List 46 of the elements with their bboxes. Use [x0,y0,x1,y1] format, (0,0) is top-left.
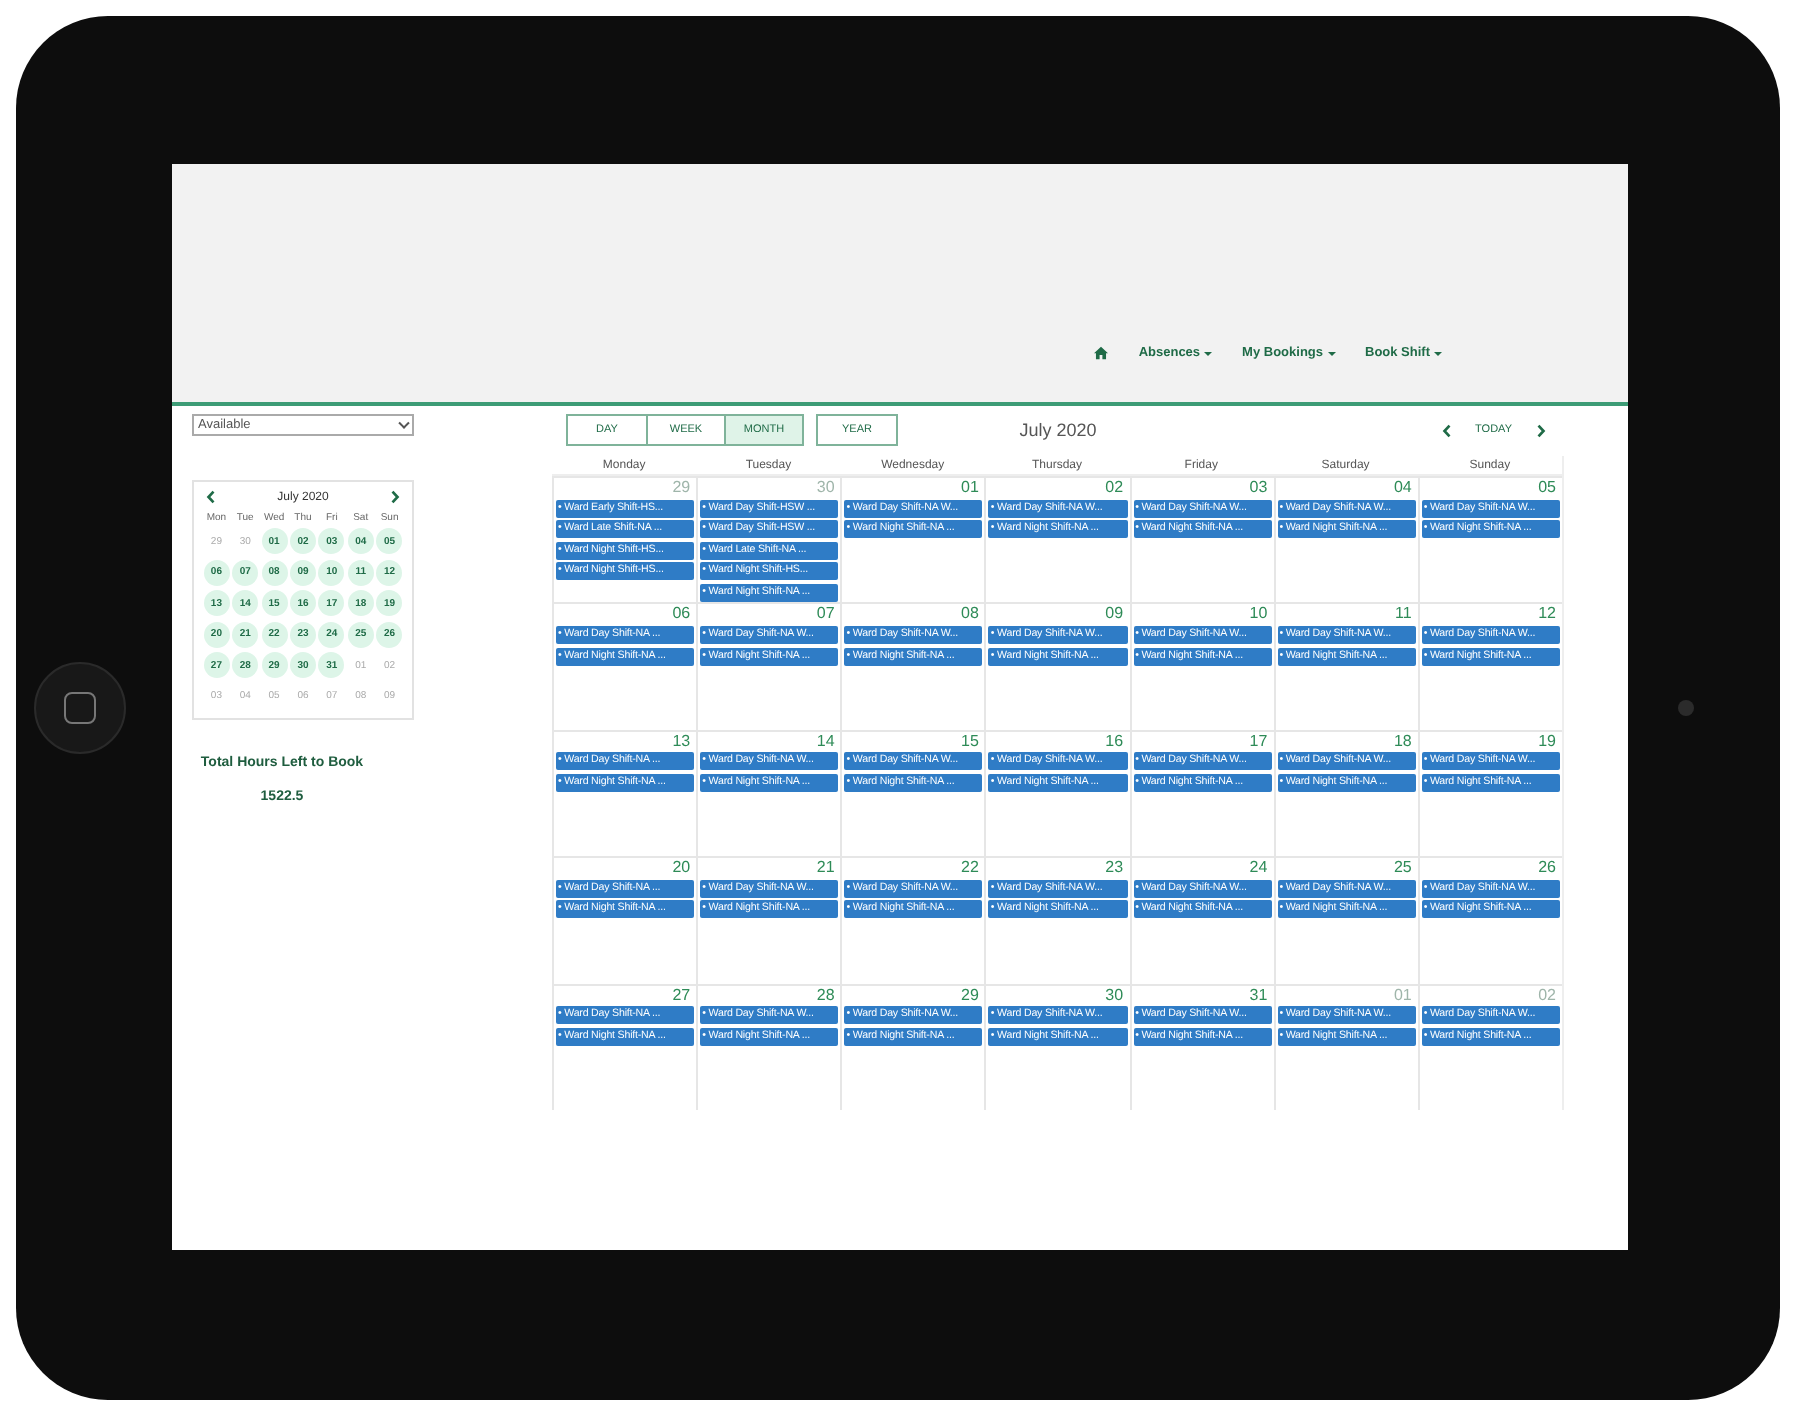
date-number: 01 [1391,987,1414,1004]
date-number: 04 [1391,480,1414,496]
date-number: 31 [1247,987,1270,1004]
date-number: 14 [814,733,837,750]
date-number: 05 [1536,480,1558,496]
date-number: 27 [670,987,693,1004]
date-number: 26 [1536,860,1558,877]
date-number: 11 [1393,606,1414,623]
date-number: 02 [1536,987,1558,1004]
date-number: 06 [670,606,693,623]
date-number: 30 [1103,987,1126,1004]
date-number: 16 [1103,733,1126,750]
next-month-icon[interactable] [390,490,400,504]
date-number: 30 [814,480,837,496]
previous-month-icon[interactable] [206,490,216,504]
date-number: 02 [1103,480,1126,496]
date-number: 10 [1247,606,1270,623]
date-number: 19 [1536,733,1558,750]
date-number: 03 [1247,480,1270,496]
date-number: 13 [670,733,693,750]
date-number: 21 [814,860,837,877]
caret-icon [1434,351,1442,355]
home-button[interactable] [34,661,126,753]
date-number: 24 [1247,860,1270,877]
date-number: 01 [959,480,981,496]
home-icon[interactable] [1094,346,1109,360]
date-number: 29 [670,480,693,496]
date-number: 25 [1391,860,1414,877]
next-icon[interactable] [1536,423,1546,437]
date-number: 22 [959,860,981,877]
date-number: 23 [1103,860,1126,877]
date-number: 12 [1536,606,1558,623]
date-number: 18 [1391,733,1414,750]
date-number: 29 [959,987,981,1004]
date-number: 20 [670,860,693,877]
previous-icon[interactable] [1441,423,1452,437]
camera-icon [1678,699,1694,715]
date-number: 08 [959,606,981,623]
caret-icon [1204,351,1213,355]
date-number: 15 [959,733,981,750]
calendar-title: July 2020 [1019,420,1097,440]
date-number: 09 [1103,606,1126,623]
caret-icon [1327,351,1335,355]
date-number: 28 [814,987,837,1004]
date-number: 17 [1247,733,1270,750]
date-number: 07 [814,606,837,623]
